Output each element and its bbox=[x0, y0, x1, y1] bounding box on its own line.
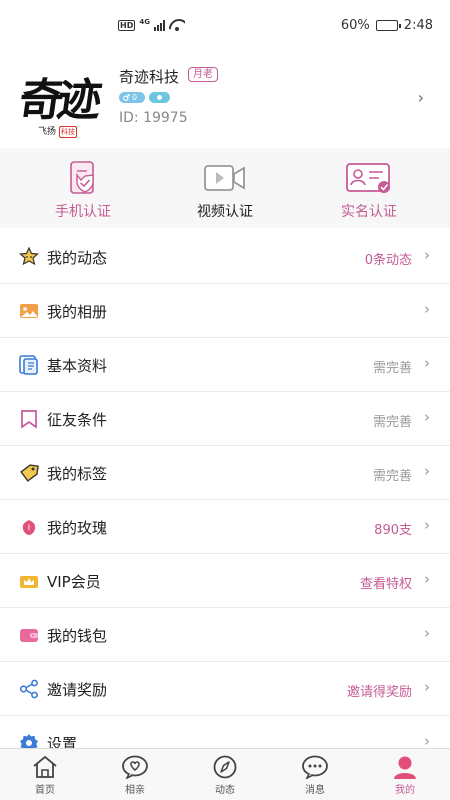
menu-item-wallet[interactable]: 我的钱包 › bbox=[0, 608, 450, 662]
phone-verification-label: 手机认证 bbox=[55, 204, 111, 220]
home-icon bbox=[33, 756, 57, 778]
video-verification[interactable]: 视频认证 bbox=[150, 156, 300, 228]
male-icon bbox=[123, 94, 130, 101]
user-id: ID: 19975 bbox=[119, 110, 188, 126]
menu-label: 我的钱包 bbox=[47, 627, 108, 645]
id-card-verified-icon bbox=[346, 163, 390, 193]
menu-label: 我的动态 bbox=[47, 249, 108, 267]
tab-label: 相亲 bbox=[125, 785, 145, 796]
menu-item-album[interactable]: 我的相册 › bbox=[0, 284, 450, 338]
tab-label: 我的 bbox=[395, 785, 415, 796]
avatar[interactable]: 奇迹 飞扬 科技 bbox=[15, 58, 110, 140]
phone-verification[interactable]: 手机认证 bbox=[8, 156, 158, 228]
menu-item-invite-rewards[interactable]: 邀请奖励 邀请得奖励 › bbox=[0, 662, 450, 716]
network-type-label: 4G bbox=[139, 18, 150, 26]
id-verification-label: 实名认证 bbox=[341, 204, 397, 220]
tab-label: 首页 bbox=[35, 785, 55, 796]
status-left-indicators: HD 4G bbox=[118, 18, 185, 32]
bookmark-icon bbox=[21, 410, 37, 429]
id-verification[interactable]: 实名认证 bbox=[294, 156, 444, 228]
menu-item-partner-criteria[interactable]: 征友条件 需完善 › bbox=[0, 392, 450, 446]
location-badge bbox=[149, 92, 170, 103]
tab-moments[interactable]: 动态 bbox=[195, 755, 255, 799]
menu-label: VIP会员 bbox=[47, 573, 101, 591]
menu-item-basic-info[interactable]: 基本资料 需完善 › bbox=[0, 338, 450, 392]
menu-label: 基本资料 bbox=[47, 357, 108, 375]
tab-label: 动态 bbox=[215, 785, 235, 796]
tab-messages[interactable]: 消息 bbox=[285, 755, 345, 799]
signal-bars-icon bbox=[153, 19, 165, 31]
menu-label: 我的相册 bbox=[47, 303, 108, 321]
tab-home[interactable]: 首页 bbox=[15, 755, 75, 799]
chevron-right-icon: › bbox=[424, 246, 430, 264]
menu-value: 需完善 bbox=[372, 361, 412, 376]
share-icon bbox=[19, 679, 38, 699]
menu-value: 查看特权 bbox=[359, 577, 412, 592]
menu-value: 0条动态 bbox=[364, 253, 412, 268]
avatar-seal: 科技 bbox=[59, 126, 78, 138]
avatar-subtext-label: 飞扬 bbox=[38, 127, 57, 137]
menu-item-roses[interactable]: 我的玫瑰 890支 › bbox=[0, 500, 450, 554]
menu-label: 邀请奖励 bbox=[47, 681, 108, 699]
tag-icon bbox=[20, 464, 39, 482]
chevron-right-icon[interactable]: › bbox=[418, 88, 424, 107]
profile-info-icon bbox=[19, 355, 38, 375]
tab-label: 消息 bbox=[305, 785, 325, 796]
photo-album-icon bbox=[20, 304, 38, 318]
gender-badge: 0 bbox=[119, 92, 145, 103]
moments-icon bbox=[19, 247, 39, 266]
user-name: 奇迹科技 bbox=[119, 68, 180, 86]
status-right-indicators: 60% 2:48 bbox=[341, 18, 433, 33]
tab-me[interactable]: 我的 bbox=[375, 755, 435, 799]
chevron-right-icon: › bbox=[424, 624, 430, 642]
clock: 2:48 bbox=[403, 18, 433, 33]
menu-value: 邀请得奖励 bbox=[346, 685, 412, 700]
menu-value: 需完善 bbox=[372, 469, 412, 484]
rose-icon bbox=[22, 520, 36, 535]
menu-list: 我的动态 0条动态 › 我的相册 › 基本资料 需完善 › 征友条件 需完善 › bbox=[0, 230, 450, 770]
vip-crown-icon bbox=[20, 576, 38, 588]
status-bar: HD 4G 60% 2:48 bbox=[0, 0, 450, 52]
hd-voice-icon: HD bbox=[118, 19, 136, 31]
chevron-right-icon: › bbox=[424, 516, 430, 534]
chevron-right-icon: › bbox=[424, 462, 430, 480]
verification-section: 手机认证 视频认证 实名认证 bbox=[0, 148, 450, 228]
compass-icon bbox=[213, 755, 237, 779]
profile-header[interactable]: 奇迹 飞扬 科技 奇迹科技 月老 0 ID: 19975 › bbox=[0, 52, 450, 148]
menu-item-moments[interactable]: 我的动态 0条动态 › bbox=[0, 230, 450, 284]
menu-label: 我的标签 bbox=[47, 465, 108, 483]
phone-verified-icon bbox=[70, 161, 94, 194]
profile-person-icon bbox=[394, 756, 416, 779]
menu-value: 890支 bbox=[374, 523, 412, 538]
chevron-right-icon: › bbox=[424, 678, 430, 696]
location-pin-icon bbox=[157, 95, 162, 100]
chevron-right-icon: › bbox=[424, 570, 430, 588]
menu-item-vip[interactable]: VIP会员 查看特权 › bbox=[0, 554, 450, 608]
chevron-right-icon: › bbox=[424, 300, 430, 318]
battery-icon bbox=[375, 20, 401, 31]
tab-matchmaking[interactable]: 相亲 bbox=[105, 755, 165, 799]
menu-item-tags[interactable]: 我的标签 需完善 › bbox=[0, 446, 450, 500]
chevron-right-icon: › bbox=[424, 354, 430, 372]
avatar-calligraphy: 奇迹 bbox=[15, 75, 99, 126]
menu-value: 需完善 bbox=[372, 415, 412, 430]
gender-badge-value: 0 bbox=[132, 93, 138, 102]
bottom-tab-bar: 首页 相亲 动态 消息 我的 bbox=[0, 748, 450, 800]
message-icon bbox=[302, 755, 328, 779]
menu-label: 我的玫瑰 bbox=[47, 519, 108, 537]
chevron-right-icon: › bbox=[424, 408, 430, 426]
matchmaker-badge: 月老 bbox=[188, 67, 218, 82]
video-verification-label: 视频认证 bbox=[197, 204, 253, 220]
avatar-subtext: 飞扬 科技 bbox=[38, 124, 78, 138]
wifi-icon bbox=[169, 19, 185, 31]
battery-percent: 60% bbox=[340, 18, 370, 33]
wallet-icon bbox=[20, 629, 38, 642]
menu-label: 征友条件 bbox=[47, 411, 108, 429]
video-camera-icon bbox=[204, 165, 245, 191]
heart-chat-icon bbox=[122, 755, 148, 779]
user-badges: 0 bbox=[119, 92, 170, 103]
